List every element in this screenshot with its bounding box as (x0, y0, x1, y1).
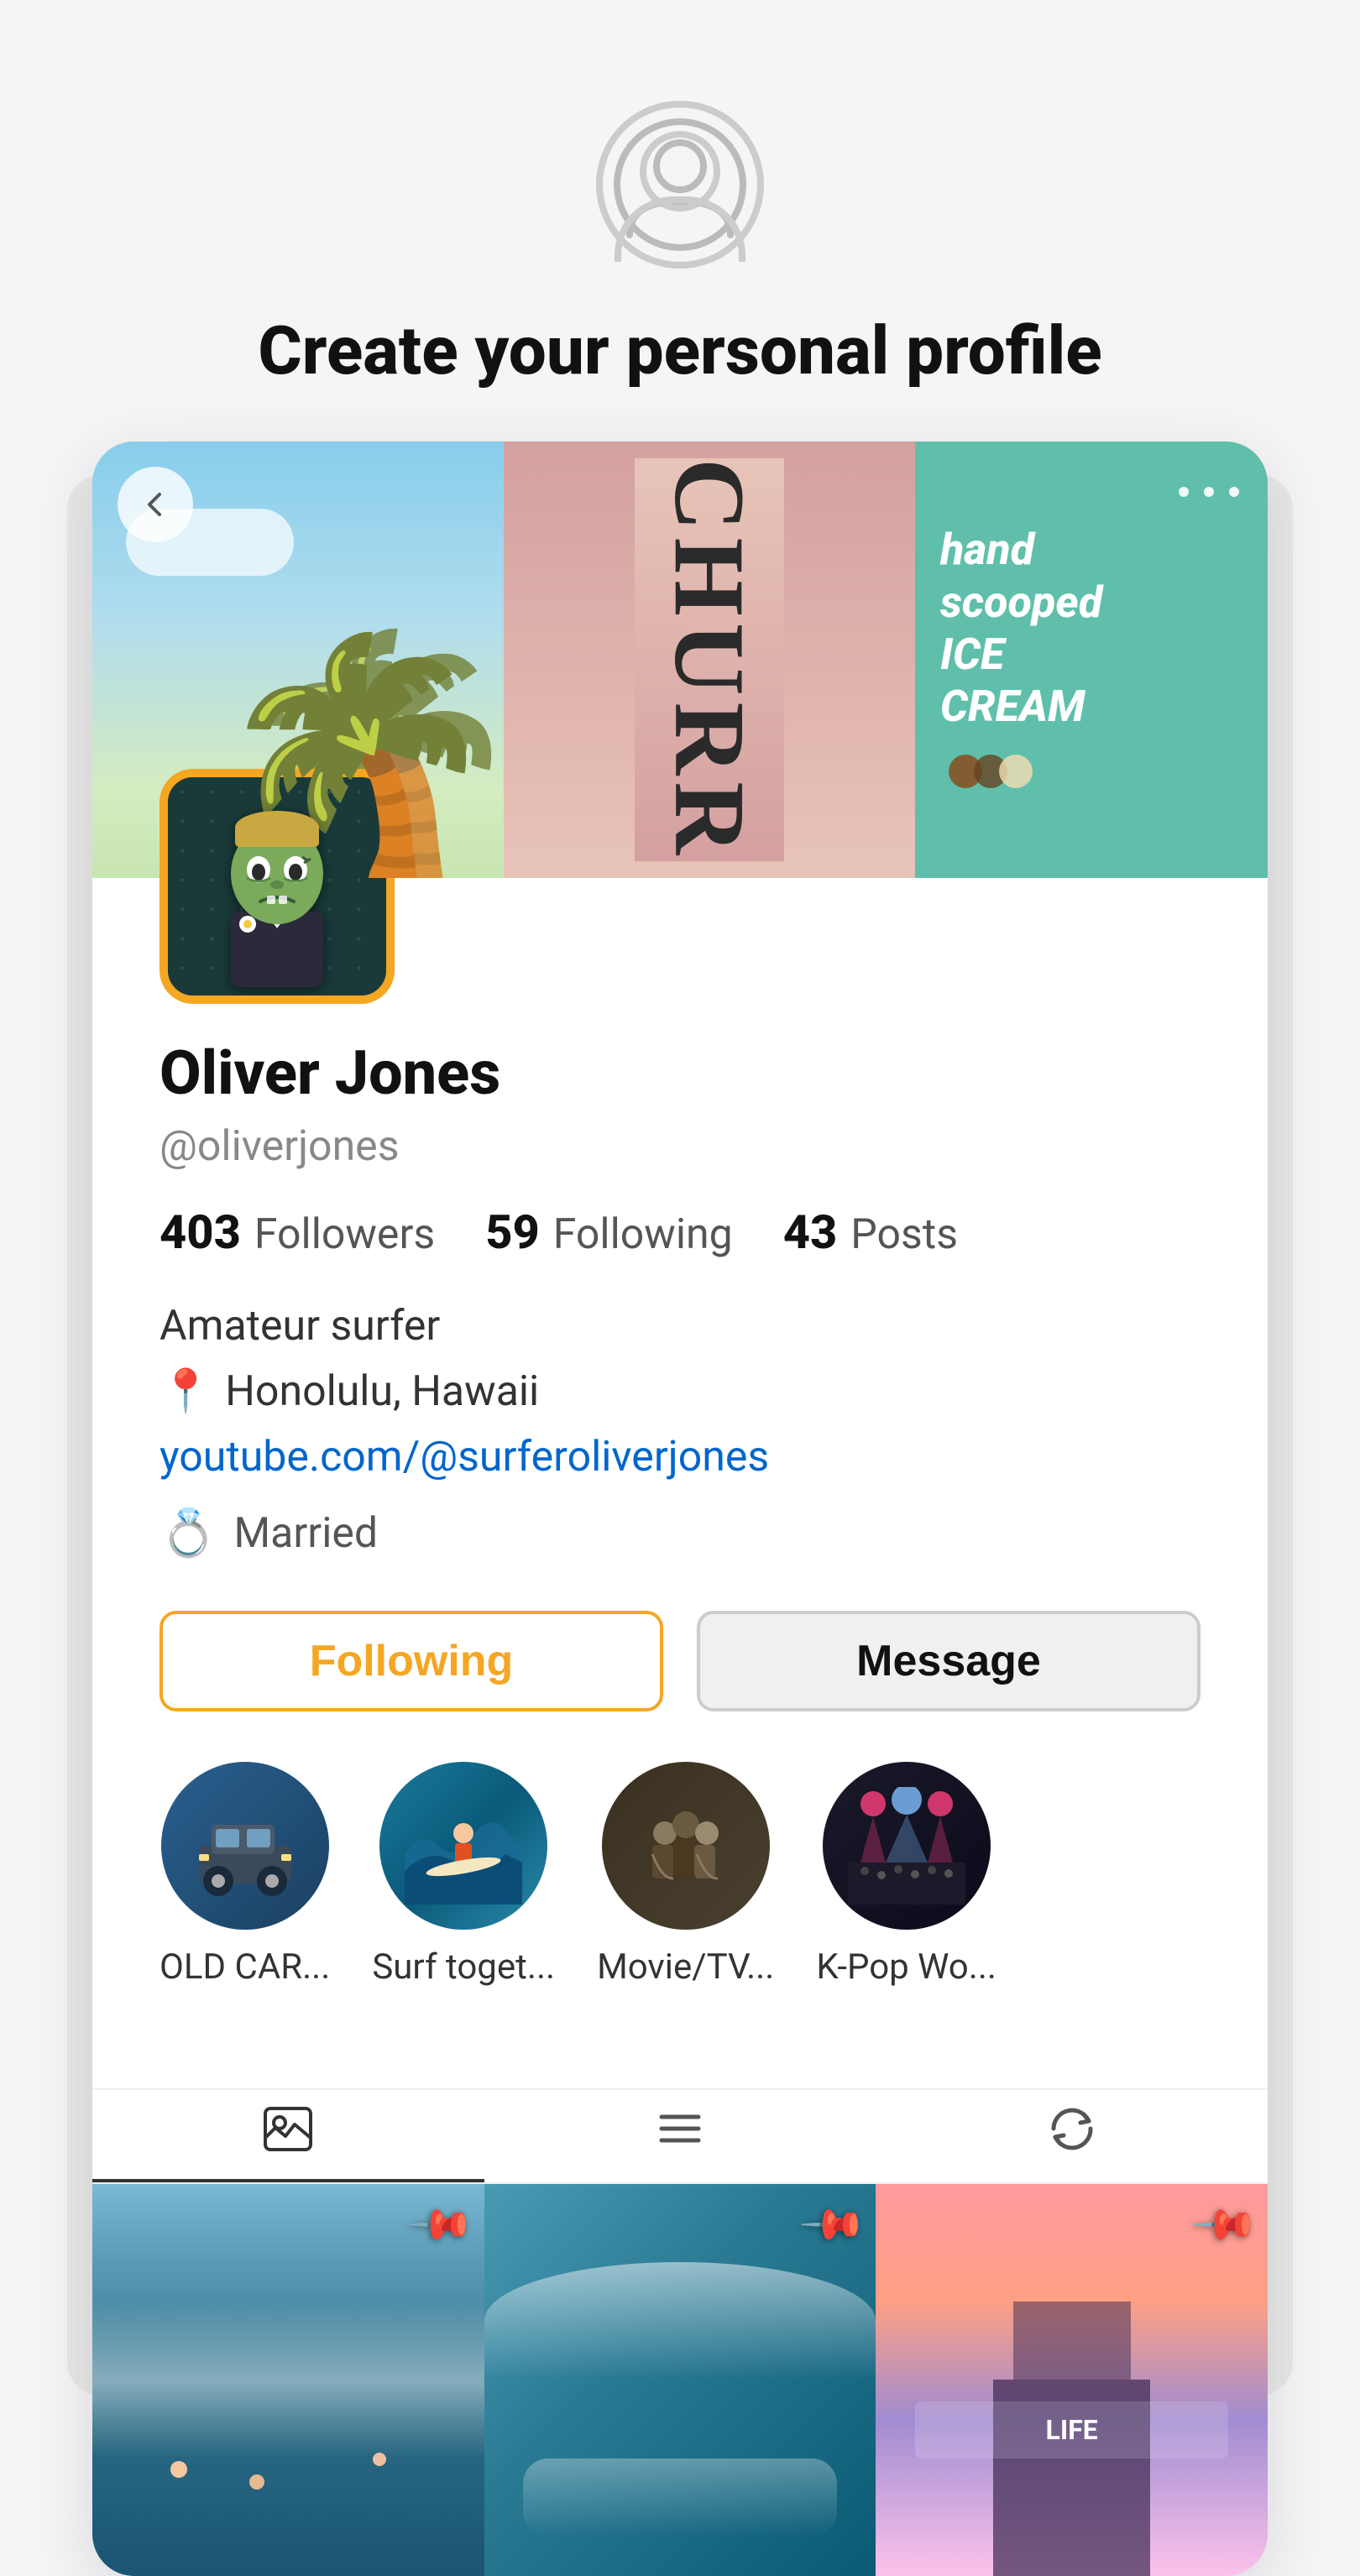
tab-bar (92, 2088, 1268, 2184)
rings-icon: 💍 (160, 1507, 217, 1560)
collection-item-car[interactable]: OLD CAR... (160, 1762, 330, 1988)
tab-photos[interactable] (92, 2090, 484, 2182)
avatar (160, 769, 395, 1004)
location-text: Honolulu, Hawaii (225, 1367, 539, 1416)
collections-row: OLD CAR... (160, 1762, 1200, 1988)
posts-stat: 43 Posts (783, 1204, 958, 1260)
posts-label: Posts (850, 1210, 958, 1259)
tab-list[interactable] (484, 2090, 876, 2182)
location-pin-icon: 📍 (160, 1367, 212, 1416)
tab-refresh[interactable] (876, 2090, 1268, 2182)
followers-stat: 403 Followers (160, 1204, 435, 1260)
profile-section: Oliver Jones @oliverjones 403 Followers … (92, 769, 1268, 2088)
photos-tab-icon (263, 2106, 313, 2164)
user-name: Oliver Jones (160, 1037, 1200, 1109)
message-button[interactable]: Message (697, 1611, 1200, 1711)
post-item-2[interactable]: 📌 (484, 2184, 876, 2576)
menu-dots-button[interactable] (1175, 467, 1242, 515)
posts-count: 43 (783, 1204, 838, 1260)
top-section: Create your personal profile (0, 0, 1360, 391)
user-location: 📍 Honolulu, Hawaii (160, 1367, 1200, 1416)
followers-label: Followers (254, 1210, 435, 1259)
following-stat: 59 Following (485, 1204, 733, 1260)
post-item-1[interactable]: 📌 (92, 2184, 484, 2576)
profile-card-wrapper: 🌴 CHURR handscoopedICECREAM (92, 442, 1268, 2576)
profile-card: 🌴 CHURR handscoopedICECREAM (92, 442, 1268, 2576)
collection-thumb-car (161, 1762, 329, 1930)
following-label: Following (553, 1210, 733, 1259)
collection-item-kpop[interactable]: K-Pop Wo... (816, 1762, 996, 1988)
user-link[interactable]: youtube.com/@surferoliverjones (160, 1433, 1200, 1481)
refresh-tab-icon (1047, 2106, 1097, 2164)
user-handle: @oliverjones (160, 1122, 1200, 1171)
posts-grid: 📌 📌 LIFE 📌 (92, 2184, 1268, 2576)
followers-count: 403 (160, 1204, 241, 1260)
stats-row: 403 Followers 59 Following 43 Posts (160, 1204, 1200, 1260)
page-title: Create your personal profile (191, 311, 1169, 391)
action-buttons: Following Message (160, 1611, 1200, 1711)
collection-thumb-surf (379, 1762, 547, 1930)
following-button[interactable]: Following (160, 1611, 663, 1711)
collection-item-surf[interactable]: Surf toget... (372, 1762, 555, 1988)
banner-churro-sign: CHURR (504, 442, 915, 878)
collection-item-movie[interactable]: Movie/TV... (597, 1762, 774, 1988)
user-bio: Amateur surfer (160, 1302, 1200, 1351)
collection-label-kpop: K-Pop Wo... (816, 1946, 996, 1988)
relationship-text: Married (233, 1509, 378, 1558)
user-relationship: 💍 Married (160, 1507, 1200, 1560)
collection-label-car: OLD CAR... (160, 1946, 330, 1988)
back-button[interactable] (118, 467, 193, 542)
following-count: 59 (485, 1204, 540, 1260)
collection-thumb-movie (602, 1762, 770, 1930)
post-item-3[interactable]: LIFE 📌 (876, 2184, 1268, 2576)
collection-thumb-kpop (823, 1762, 991, 1930)
profile-placeholder-icon (596, 101, 764, 269)
list-tab-icon (655, 2106, 705, 2164)
collection-label-movie: Movie/TV... (597, 1946, 774, 1988)
collection-label-surf: Surf toget... (372, 1946, 555, 1988)
